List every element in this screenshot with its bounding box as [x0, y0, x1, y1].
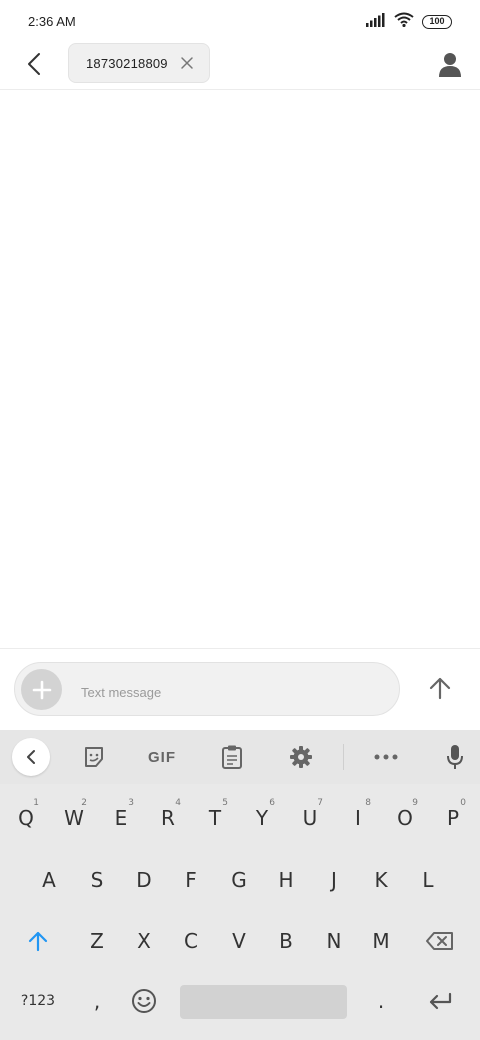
key-q[interactable]: 1 Q: [4, 793, 48, 843]
send-button[interactable]: [422, 670, 458, 706]
key-q-label: Q: [18, 806, 34, 830]
message-input-placeholder: Text message: [81, 685, 162, 700]
attach-button[interactable]: [21, 669, 62, 710]
sticker-icon: [85, 747, 103, 767]
period-key[interactable]: .: [359, 976, 403, 1026]
key-i[interactable]: 8 I: [336, 793, 380, 843]
shift-arrow-icon: [28, 931, 48, 952]
key-w-hint: 2: [81, 798, 87, 808]
chevron-left-icon: [27, 750, 35, 764]
key-h[interactable]: H: [264, 855, 308, 905]
wifi-icon: [394, 12, 414, 32]
key-y-hint: 6: [269, 798, 275, 808]
key-o[interactable]: 9 O: [383, 793, 427, 843]
toolbar-divider: [343, 744, 344, 770]
remove-recipient-button[interactable]: [179, 55, 195, 71]
recipient-number: 18730218809: [86, 55, 168, 71]
keyboard-collapse-button[interactable]: [12, 738, 50, 776]
key-o-hint: 9: [412, 798, 418, 808]
key-u-label: U: [302, 806, 318, 830]
key-y[interactable]: 6 Y: [240, 793, 284, 843]
key-n[interactable]: N: [312, 916, 356, 966]
key-g[interactable]: G: [217, 855, 261, 905]
key-u[interactable]: 7 U: [288, 793, 332, 843]
key-a[interactable]: A: [27, 855, 71, 905]
key-t[interactable]: 5 T: [193, 793, 237, 843]
gif-button[interactable]: GIF: [140, 739, 184, 775]
plus-icon: [32, 680, 51, 699]
clipboard-icon: [222, 745, 242, 769]
key-l[interactable]: L: [406, 855, 450, 905]
key-o-label: O: [397, 806, 413, 830]
back-arrow-icon: [28, 53, 40, 75]
key-k[interactable]: K: [359, 855, 403, 905]
compose-divider: [0, 648, 480, 649]
key-i-hint: 8: [365, 798, 371, 808]
backspace-icon: [426, 932, 453, 950]
key-j[interactable]: J: [312, 855, 356, 905]
key-t-label: T: [208, 806, 222, 830]
more-button[interactable]: [370, 739, 402, 775]
contact-button[interactable]: [436, 50, 464, 78]
person-icon: [439, 53, 461, 77]
keyboard-toolbar: GIF: [0, 730, 480, 784]
arrow-up-icon: [429, 677, 451, 700]
key-y-label: Y: [255, 806, 269, 830]
key-u-hint: 7: [317, 798, 323, 808]
symbols-key[interactable]: ?123: [16, 976, 60, 1026]
conversation-header: 18730218809: [0, 42, 480, 90]
close-icon: [181, 57, 193, 69]
enter-icon: [429, 992, 452, 1010]
emoji-icon: [132, 989, 156, 1013]
keyboard: G I F 1 Q 2 W 3 E 4 R 5 T 6 Y 7 U 8 I 9 O …: [0, 730, 480, 1040]
key-v[interactable]: V: [217, 916, 261, 966]
status-icons: 100: [366, 12, 452, 32]
key-m[interactable]: M: [359, 916, 403, 966]
key-p-hint: 0: [460, 798, 466, 808]
key-f[interactable]: F: [169, 855, 213, 905]
key-t-hint: 5: [222, 798, 228, 808]
key-z[interactable]: Z: [75, 916, 119, 966]
sticker-button[interactable]: [78, 739, 110, 775]
signal-icon: [366, 12, 386, 32]
back-button[interactable]: [18, 48, 50, 80]
space-key[interactable]: [180, 985, 347, 1019]
status-time: 2:36 AM: [28, 14, 76, 29]
voice-input-button[interactable]: [440, 739, 470, 775]
emoji-key[interactable]: [122, 976, 166, 1026]
key-r[interactable]: 4 R: [146, 793, 190, 843]
battery-icon: 100: [422, 15, 452, 29]
key-r-label: R: [161, 806, 175, 830]
key-d[interactable]: D: [122, 855, 166, 905]
key-p[interactable]: 0 P: [431, 793, 475, 843]
key-b[interactable]: B: [264, 916, 308, 966]
key-i-label: I: [355, 806, 361, 830]
key-x[interactable]: X: [122, 916, 166, 966]
key-q-hint: 1: [33, 798, 39, 808]
key-w[interactable]: 2 W: [52, 793, 96, 843]
compose-field[interactable]: Text message: [14, 662, 400, 716]
key-e-hint: 3: [128, 798, 134, 808]
clipboard-button[interactable]: [216, 739, 248, 775]
key-r-hint: 4: [175, 798, 181, 808]
recipient-chip[interactable]: 18730218809: [68, 43, 210, 83]
comma-key[interactable]: ,: [75, 976, 119, 1026]
keyboard-settings-button[interactable]: [285, 739, 317, 775]
shift-key[interactable]: [16, 916, 60, 966]
key-s[interactable]: S: [75, 855, 119, 905]
gear-icon: [290, 746, 312, 768]
more-horizontal-icon: [374, 754, 398, 760]
message-thread: [0, 91, 480, 647]
backspace-key[interactable]: [418, 916, 462, 966]
key-e[interactable]: 3 E: [99, 793, 143, 843]
key-c[interactable]: C: [169, 916, 213, 966]
enter-key[interactable]: [418, 976, 462, 1026]
microphone-icon: [447, 745, 463, 769]
key-e-label: E: [114, 806, 128, 830]
key-w-label: W: [64, 806, 84, 830]
status-bar: 2:36 AM 100: [0, 0, 480, 44]
key-p-label: P: [446, 806, 460, 830]
